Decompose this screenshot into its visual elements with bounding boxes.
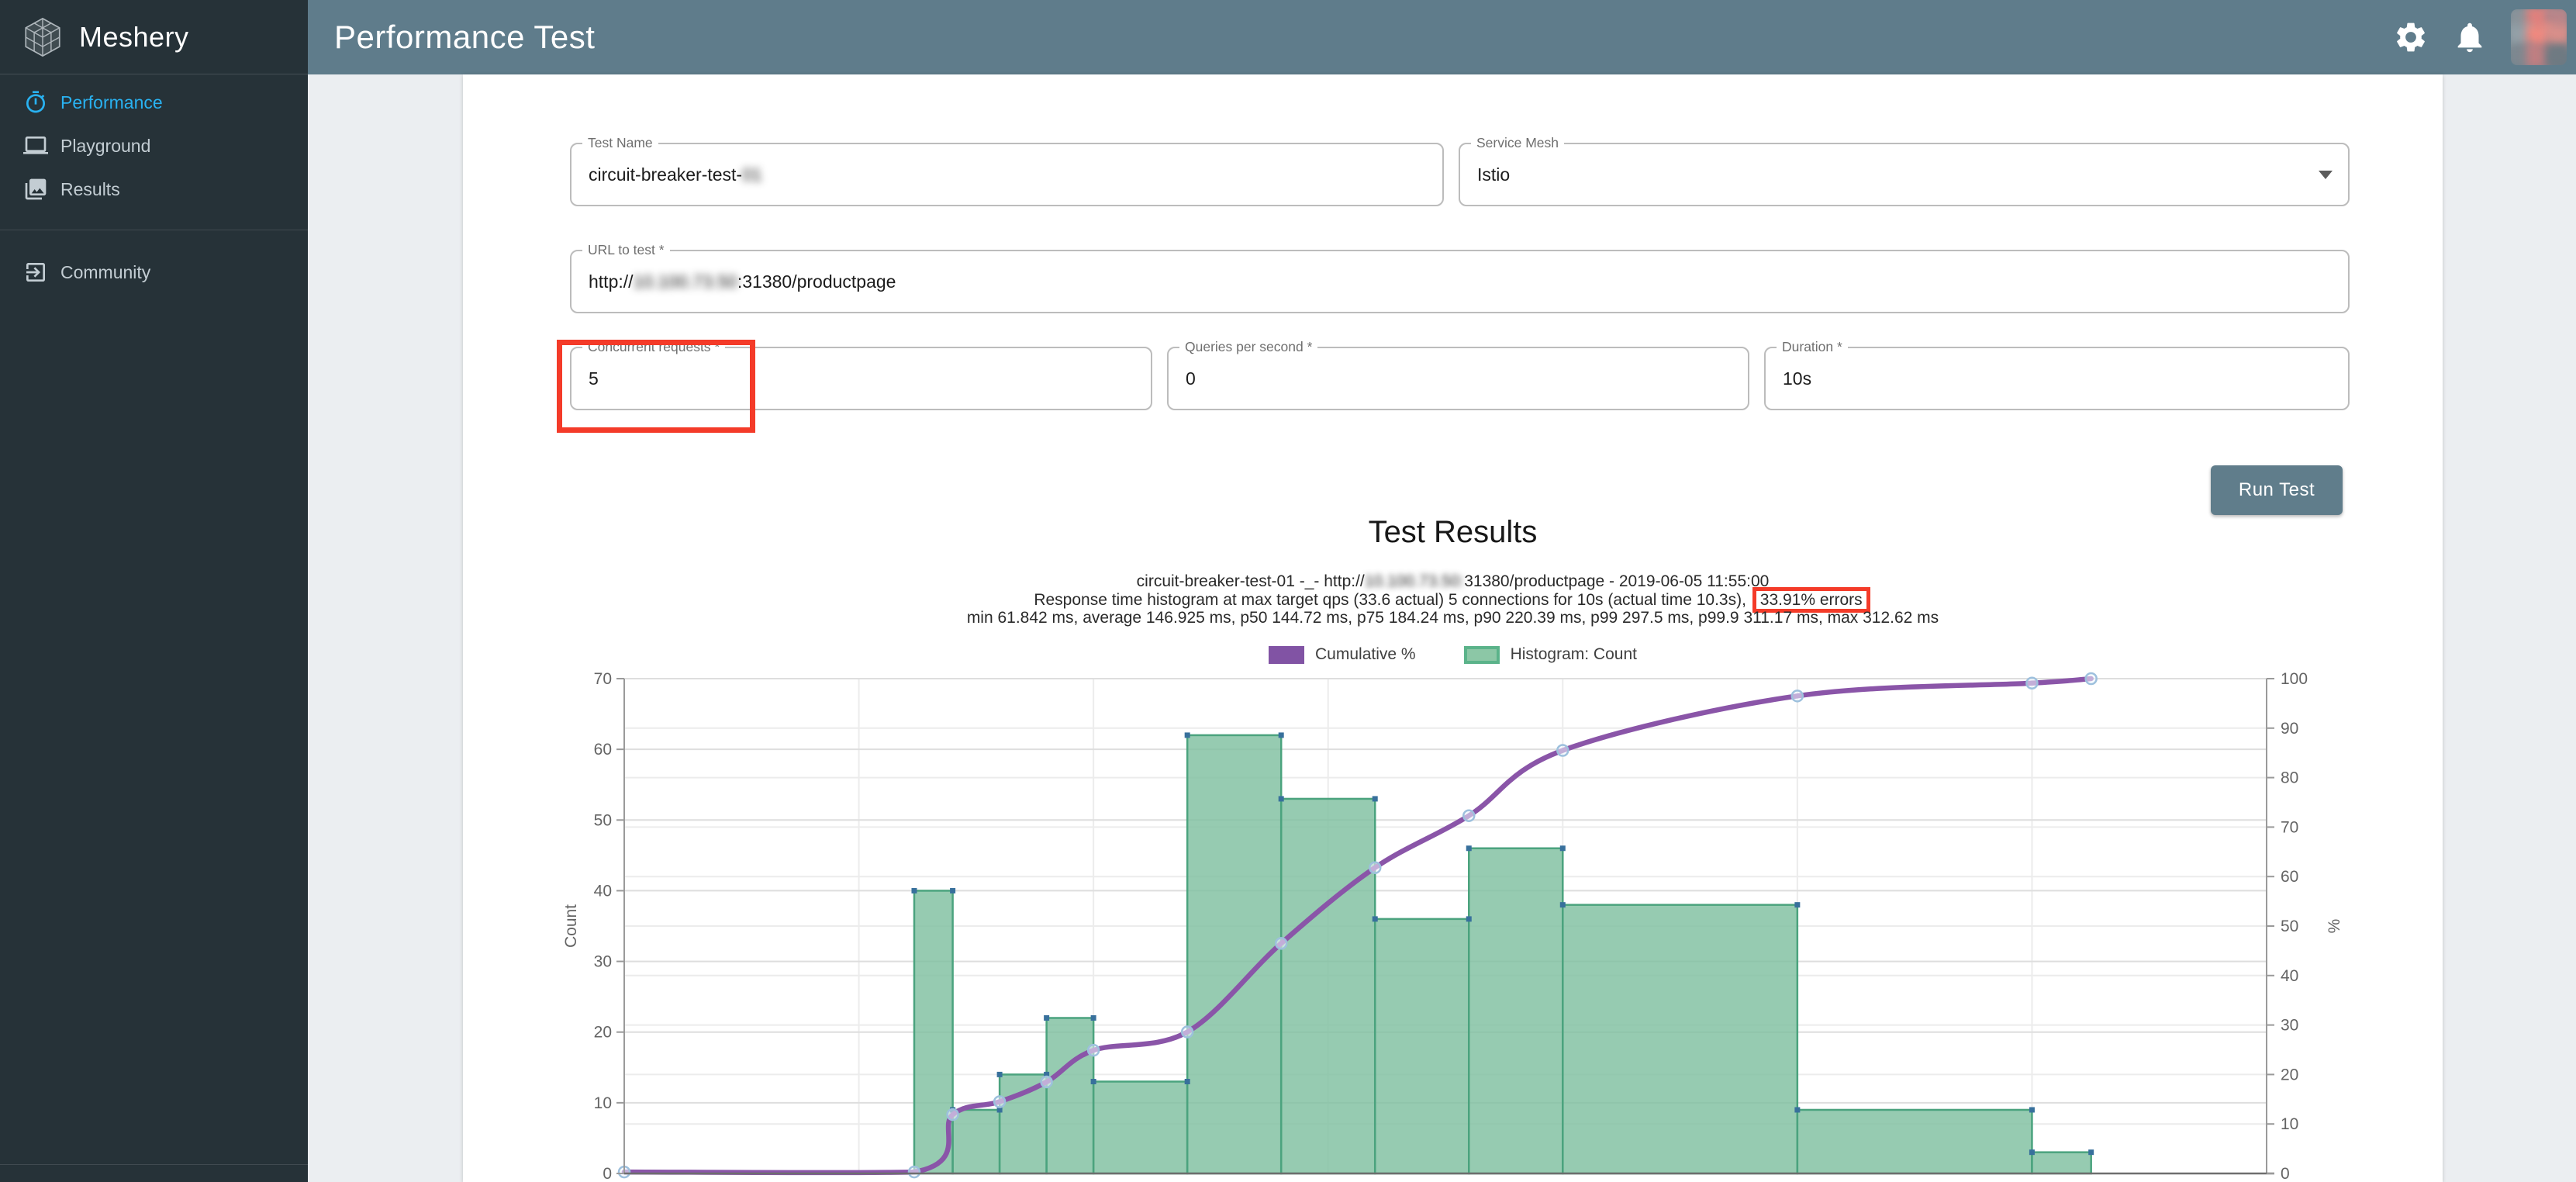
stopwatch-icon xyxy=(23,90,48,115)
svg-text:60: 60 xyxy=(2281,868,2298,886)
exit-to-app-icon xyxy=(23,260,48,285)
chart-subtitle: circuit-breaker-test-01 -_- http://10.10… xyxy=(463,572,2443,627)
concurrent-requests-label: Concurrent requests * xyxy=(582,339,725,355)
run-test-button[interactable]: Run Test xyxy=(2211,465,2343,515)
content-area: Test Name circuit-breaker-test-01 Servic… xyxy=(308,74,2576,1182)
chart-svg: 0 10 20 30 40 50 60 70 0 10 20 30 40 50 60 70 80 90 100 Cou… xyxy=(463,667,2443,1182)
duration-value: 10s xyxy=(1783,348,1811,409)
meshery-logo-icon xyxy=(20,15,65,60)
app-header: Performance Test xyxy=(308,0,2576,74)
svg-text:100: 100 xyxy=(2281,670,2308,688)
svg-text:30: 30 xyxy=(2281,1017,2298,1035)
svg-text:%: % xyxy=(2326,919,2343,934)
service-mesh-value: Istio xyxy=(1477,144,1510,205)
svg-text:60: 60 xyxy=(594,741,612,759)
svg-text:70: 70 xyxy=(594,670,612,688)
svg-text:20: 20 xyxy=(594,1024,612,1042)
redacted-text: 10.100.73.50 xyxy=(634,271,737,292)
svg-text:10: 10 xyxy=(2281,1115,2298,1133)
queries-per-second-label: Queries per second * xyxy=(1179,339,1317,355)
chart-subtitle-line3: min 61.842 ms, average 146.925 ms, p50 1… xyxy=(463,609,2443,627)
brand[interactable]: Meshery xyxy=(0,0,308,74)
redacted-text: 01 xyxy=(742,164,762,185)
svg-text:10: 10 xyxy=(594,1094,612,1112)
svg-text:50: 50 xyxy=(2281,918,2298,935)
sidebar-item-label: Playground xyxy=(60,136,150,157)
sidebar-item-label: Performance xyxy=(60,92,163,113)
svg-text:0: 0 xyxy=(2281,1165,2290,1182)
svg-text:70: 70 xyxy=(2281,818,2298,836)
laptop-icon xyxy=(23,133,48,158)
redacted-text: 10.100.73.50: xyxy=(1365,572,1464,590)
chart-subtitle-line2: Response time histogram at max target qp… xyxy=(463,591,2443,610)
svg-text:0: 0 xyxy=(603,1165,612,1182)
svg-text:40: 40 xyxy=(2281,967,2298,985)
sidebar-item-results[interactable]: Results xyxy=(0,168,308,211)
test-name-value: circuit-breaker-test-01 xyxy=(589,144,762,205)
brand-name: Meshery xyxy=(79,21,189,54)
svg-text:50: 50 xyxy=(594,811,612,829)
settings-icon[interactable] xyxy=(2393,19,2429,55)
page-title: Performance Test xyxy=(334,19,595,56)
concurrent-requests-value: 5 xyxy=(589,348,599,409)
service-mesh-select[interactable]: Service Mesh Istio xyxy=(1459,143,2350,206)
photo-library-icon xyxy=(23,177,48,202)
response-time-chart: 0 10 20 30 40 50 60 70 0 10 20 30 40 50 60 70 80 90 100 Cou… xyxy=(463,667,2443,1182)
sidebar-nav: Performance Playground Results xyxy=(0,74,308,294)
chart-legend: Cumulative % Histogram: Count xyxy=(463,645,2443,664)
chart-subtitle-line1: circuit-breaker-test-01 -_- http://10.10… xyxy=(463,572,2443,591)
svg-text:40: 40 xyxy=(594,882,612,900)
svg-text:80: 80 xyxy=(2281,769,2298,787)
sidebar: Meshery Performance Playground Results xyxy=(0,0,308,1182)
url-field[interactable]: URL to test * http://10.100.73.50:31380/… xyxy=(570,250,2350,313)
avatar[interactable] xyxy=(2511,9,2567,65)
sidebar-item-playground[interactable]: Playground xyxy=(0,124,308,168)
test-name-field[interactable]: Test Name circuit-breaker-test-01 xyxy=(570,143,1444,206)
sidebar-item-community[interactable]: Community xyxy=(0,251,308,294)
sidebar-item-label: Community xyxy=(60,262,150,283)
svg-text:Count: Count xyxy=(562,904,580,948)
queries-per-second-field[interactable]: Queries per second * 0 xyxy=(1167,347,1749,410)
svg-text:30: 30 xyxy=(594,953,612,971)
sidebar-bottom-divider xyxy=(0,1164,308,1165)
svg-text:90: 90 xyxy=(2281,720,2298,738)
legend-label-histogram: Histogram: Count xyxy=(1511,645,1637,664)
queries-per-second-value: 0 xyxy=(1186,348,1196,409)
url-value: http://10.100.73.50:31380/productpage xyxy=(589,251,896,312)
notifications-icon[interactable] xyxy=(2452,19,2488,55)
legend-swatch-histogram xyxy=(1464,646,1500,664)
sidebar-item-performance[interactable]: Performance xyxy=(0,81,308,124)
chevron-down-icon xyxy=(2319,171,2333,179)
legend-label-cumulative: Cumulative % xyxy=(1315,645,1416,664)
meshery-app: Meshery Performance Playground Results xyxy=(0,0,2576,1182)
test-results-title: Test Results xyxy=(463,515,2443,550)
main-card: Test Name circuit-breaker-test-01 Servic… xyxy=(463,74,2443,1182)
legend-swatch-cumulative xyxy=(1269,646,1304,664)
concurrent-requests-field[interactable]: Concurrent requests * 5 xyxy=(570,347,1152,410)
duration-field[interactable]: Duration * 10s xyxy=(1764,347,2350,410)
sidebar-item-label: Results xyxy=(60,179,120,200)
svg-text:20: 20 xyxy=(2281,1066,2298,1084)
